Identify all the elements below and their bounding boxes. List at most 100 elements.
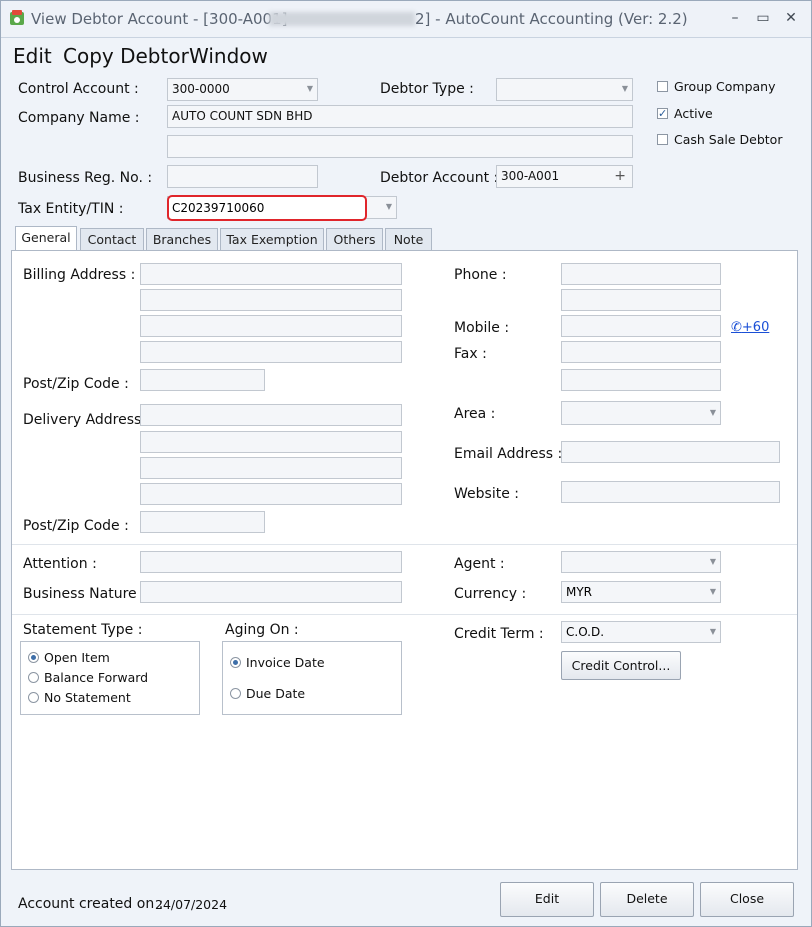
billing-address-line1[interactable] [140,263,402,285]
aging-on-group [222,641,402,715]
billing-address-line4[interactable] [140,341,402,363]
control-account-value: 300-0000 [172,82,230,96]
menu-copy-debtor[interactable]: Copy Debtor [63,44,189,68]
delete-button[interactable]: Delete [600,882,694,917]
active-checkbox[interactable]: ✓ [657,108,668,119]
plus-icon[interactable]: + [614,166,626,186]
chevron-down-icon: ▼ [709,408,716,417]
chevron-down-icon: ▼ [709,587,716,596]
tax-entity-label: Tax Entity/TIN : [18,201,124,217]
tab-general[interactable]: General [15,226,77,251]
attention-field[interactable] [140,551,402,573]
tab-tax-exemption[interactable]: Tax Exemption [220,228,324,250]
tax-entity-value[interactable]: C20239710060 [167,195,367,221]
debtor-window: View Debtor Account - [300-A001] - 2] - … [0,0,812,927]
company-name2-field[interactable] [167,135,633,158]
control-account-select[interactable]: 300-0000 ▼ [167,78,318,101]
debtor-account-label: Debtor Account : [380,170,499,186]
tab-contact[interactable]: Contact [80,228,144,250]
tab-branches[interactable]: Branches [146,228,218,250]
post-zip2-field[interactable] [140,511,265,533]
menu-window[interactable]: Window [189,44,268,68]
group-company-checkbox[interactable] [657,81,668,92]
delivery-address-line1[interactable] [140,404,402,426]
phone-field-1[interactable] [561,263,721,285]
email-field[interactable] [561,441,780,463]
chevron-down-icon: ▼ [621,84,628,93]
chevron-down-icon: ▼ [385,202,392,211]
control-account-label: Control Account : [18,81,139,97]
delivery-address-line4[interactable] [140,483,402,505]
window-title-suffix: 2] - AutoCount Accounting (Ver: 2.2) [415,10,688,28]
company-name-label: Company Name : [18,110,140,126]
tab-others[interactable]: Others [326,228,383,250]
edit-button[interactable]: Edit [500,882,594,917]
website-label: Website : [454,486,519,502]
cash-sale-checkbox[interactable] [657,134,668,145]
credit-term-label: Credit Term : [454,626,544,642]
fax-field-2[interactable] [561,369,721,391]
phone-icon: ✆ [731,320,742,335]
statement-open-item-radio[interactable] [28,652,39,663]
post-zip-label: Post/Zip Code : [23,376,129,392]
tab-note[interactable]: Note [385,228,432,250]
debtor-type-select[interactable]: ▼ [496,78,633,101]
post-zip-field[interactable] [140,369,265,391]
aging-due-date-radio[interactable] [230,688,241,699]
redacted-region [269,12,415,26]
menu-edit[interactable]: Edit [13,44,52,68]
business-reg-field[interactable] [167,165,318,188]
debtor-account-value: 300-A001 [501,169,560,183]
agent-select[interactable]: ▼ [561,551,721,573]
aging-invoice-date-label: Invoice Date [246,655,325,670]
business-reg-label: Business Reg. No. : [18,170,153,186]
currency-select[interactable]: MYR ▼ [561,581,721,603]
phone-label: Phone : [454,267,507,283]
delivery-address-line2[interactable] [140,431,402,453]
check-icon: ✓ [658,107,668,120]
company-name-field[interactable]: AUTO COUNT SDN BHD [167,105,633,128]
statement-open-item-label: Open Item [44,650,110,665]
credit-term-value: C.O.D. [566,625,605,639]
website-field[interactable] [561,481,780,503]
statement-balance-forward-label: Balance Forward [44,670,149,685]
mobile-label: Mobile : [454,320,510,336]
credit-control-button[interactable]: Credit Control... [561,651,681,680]
app-icon [10,10,24,25]
phone-field-2[interactable] [561,289,721,311]
statement-no-statement-radio[interactable] [28,692,39,703]
restore-button[interactable]: ▭ [749,7,777,29]
billing-address-line3[interactable] [140,315,402,337]
billing-address-label: Billing Address : [23,267,136,283]
aging-on-label: Aging On : [225,622,299,638]
chevron-down-icon: ▼ [709,557,716,566]
divider [12,614,797,615]
aging-invoice-date-radio[interactable] [230,657,241,668]
area-label: Area : [454,406,496,422]
window-title: View Debtor Account - [300-A001] - [31,10,298,28]
account-created-label: Account created on : [18,896,164,912]
post-zip2-label: Post/Zip Code : [23,518,129,534]
title-prefix: View Debtor Account - [300-A001] - [31,10,298,28]
agent-label: Agent : [454,556,505,572]
billing-address-line2[interactable] [140,289,402,311]
mobile-field[interactable] [561,315,721,337]
group-company-label: Group Company [674,79,776,94]
delivery-address-label: Delivery Address : [23,412,151,428]
chevron-down-icon: ▼ [306,84,313,93]
account-created-date: 24/07/2024 [155,897,228,912]
delivery-address-line3[interactable] [140,457,402,479]
minimize-button[interactable]: – [721,7,749,29]
close-window-button[interactable]: ✕ [777,7,805,29]
active-label: Active [674,106,713,121]
statement-balance-forward-radio[interactable] [28,672,39,683]
statement-type-label: Statement Type : [23,622,143,638]
fax-field-1[interactable] [561,341,721,363]
close-button[interactable]: Close [700,882,794,917]
title-suffix: 2] - AutoCount Accounting (Ver: 2.2) [415,10,688,28]
business-nature-field[interactable] [140,581,402,603]
mobile-whatsapp-link[interactable]: ✆+60 [731,320,769,335]
debtor-account-field[interactable]: 300-A001 + [496,165,633,188]
credit-term-select[interactable]: C.O.D. ▼ [561,621,721,643]
area-select[interactable]: ▼ [561,401,721,425]
